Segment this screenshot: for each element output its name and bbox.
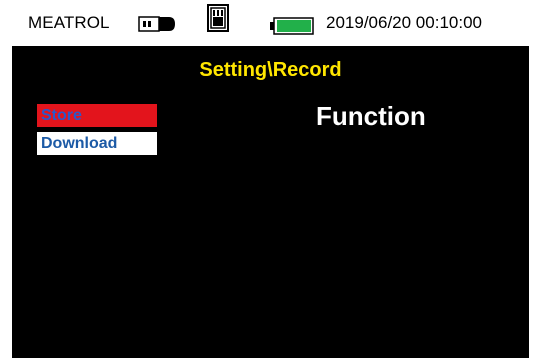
screen-title: Setting\Record [199,59,342,81]
datetime-display: 2019/06/20 00:10:00 [326,13,482,32]
function-label: Function [316,101,426,131]
menu-item-store[interactable]: Store [37,104,157,127]
usb-drive-icon [138,16,175,32]
main-screen: Setting\Record Store Download Function [12,46,529,358]
sd-card-icon [207,4,229,32]
status-bar: MEATROL 2019/06/20 00:10:00 [12,0,529,46]
battery-full-icon [270,17,314,35]
brand-label: MEATROL [28,13,110,32]
menu-item-download[interactable]: Download [37,132,157,155]
